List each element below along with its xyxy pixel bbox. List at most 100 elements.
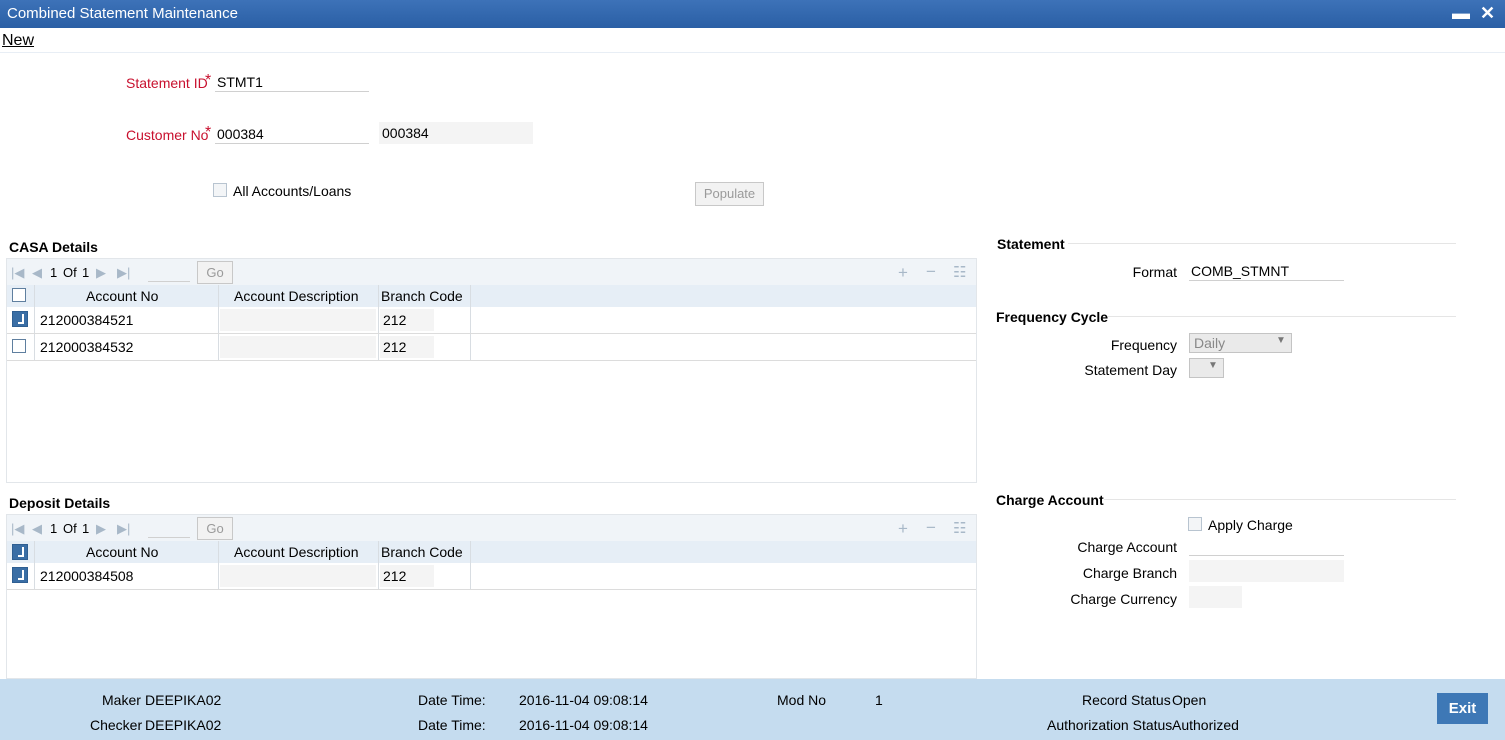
- single-view-icon[interactable]: ☷: [953, 263, 966, 281]
- frequency-select[interactable]: Daily ▼: [1189, 333, 1292, 353]
- dropdown-arrow-icon: ▼: [1208, 360, 1218, 371]
- close-icon[interactable]: ✕: [1480, 3, 1495, 24]
- deposit-page-input[interactable]: [148, 518, 190, 538]
- format-label: Format: [1132, 264, 1177, 280]
- first-page-icon[interactable]: |◀: [11, 521, 24, 537]
- casa-go-button[interactable]: Go: [197, 261, 233, 284]
- mod-no-label: Mod No: [777, 692, 827, 708]
- row-checkbox[interactable]: [12, 339, 26, 353]
- column-header[interactable]: Branch Code: [381, 288, 463, 304]
- branch-code-cell: 212: [383, 568, 407, 584]
- title-bar: Combined Statement Maintenance ▬ ✕: [0, 0, 1505, 28]
- window-title: Combined Statement Maintenance: [7, 5, 238, 22]
- charge-branch-label: Charge Branch: [1082, 565, 1177, 581]
- record-status-label: Record Status: [1082, 692, 1171, 708]
- casa-page-input[interactable]: [148, 262, 190, 282]
- row-divider: [7, 589, 976, 590]
- branch-code-cell: 212: [383, 312, 407, 328]
- customer-desc-field: [379, 122, 533, 144]
- table-row[interactable]: 212000384521 212: [7, 307, 976, 333]
- branch-code-cell: 212: [383, 339, 407, 355]
- record-status-value: Open: [1172, 692, 1207, 708]
- frequency-label: Frequency: [1110, 337, 1177, 353]
- deposit-page-current: 1: [50, 521, 58, 536]
- column-header[interactable]: Account No: [86, 288, 158, 304]
- authorization-status-label: Authorization Status: [1047, 717, 1173, 733]
- next-page-icon[interactable]: ▶: [96, 521, 106, 537]
- statement-id-input[interactable]: [215, 72, 369, 92]
- charge-branch-field: [1189, 560, 1344, 582]
- exit-button[interactable]: Exit: [1437, 693, 1488, 724]
- checker-datetime-label: Date Time:: [418, 717, 486, 733]
- maker-label: Maker: [102, 692, 141, 708]
- maker-datetime-label: Date Time:: [418, 692, 486, 708]
- statement-day-select[interactable]: ▼: [1189, 358, 1224, 378]
- account-description-cell: [220, 336, 376, 358]
- last-page-icon[interactable]: ▶|: [117, 521, 130, 537]
- last-page-icon[interactable]: ▶|: [117, 265, 130, 281]
- add-row-icon[interactable]: +: [898, 263, 908, 283]
- account-no-cell: 212000384508: [40, 568, 134, 584]
- deposit-grid: |◀ ◀ 1 Of 1 ▶ ▶| Go + − ☷ Account No Acc…: [6, 514, 977, 679]
- section-divider: [1068, 243, 1456, 244]
- dropdown-arrow-icon: ▼: [1276, 335, 1286, 346]
- format-input[interactable]: [1189, 261, 1344, 281]
- deposit-go-button[interactable]: Go: [197, 517, 233, 540]
- frequency-value: Daily: [1194, 335, 1226, 351]
- checker-label: Checker: [90, 717, 143, 733]
- maker-datetime-value: 2016-11-04 09:08:14: [519, 692, 648, 708]
- prev-page-icon[interactable]: ◀: [32, 265, 42, 281]
- customer-no-label: Customer No: [126, 127, 209, 143]
- maker-value: DEEPIKA02: [145, 692, 222, 708]
- row-checkbox[interactable]: [12, 567, 28, 583]
- checker-datetime-value: 2016-11-04 09:08:14: [519, 717, 648, 733]
- menu-bar: New: [0, 28, 1505, 53]
- deposit-select-all-checkbox[interactable]: [12, 544, 28, 560]
- required-mark: *: [205, 124, 212, 141]
- casa-header-row: Account No Account Description Branch Co…: [7, 285, 976, 307]
- charge-section-title: Charge Account: [996, 492, 1104, 508]
- charge-currency-field: [1189, 586, 1242, 608]
- casa-page-total: 1: [82, 265, 90, 280]
- row-divider: [7, 360, 976, 361]
- casa-grid: |◀ ◀ 1 Of 1 ▶ ▶| Go + − ☷ Account No Acc…: [6, 258, 977, 483]
- frequency-section-title: Frequency Cycle: [996, 309, 1109, 325]
- all-accounts-checkbox[interactable]: [213, 183, 227, 197]
- required-mark: *: [205, 72, 212, 89]
- column-header[interactable]: Account Description: [234, 544, 359, 560]
- statement-id-label: Statement ID: [126, 75, 208, 91]
- customer-no-input[interactable]: [215, 124, 369, 144]
- deposit-nav-bar: |◀ ◀ 1 Of 1 ▶ ▶| Go + − ☷: [7, 515, 976, 541]
- minimize-icon[interactable]: ▬: [1452, 3, 1470, 24]
- row-checkbox[interactable]: [12, 311, 28, 327]
- table-row[interactable]: 212000384532 212: [7, 334, 976, 360]
- mod-no-value: 1: [875, 692, 883, 708]
- new-menu-item[interactable]: New: [2, 32, 34, 50]
- account-description-cell: [220, 309, 376, 331]
- authorization-status-value: Authorized: [1172, 717, 1239, 733]
- casa-select-all-checkbox[interactable]: [12, 288, 26, 302]
- account-no-cell: 212000384532: [40, 339, 134, 355]
- deposit-page-total: 1: [82, 521, 90, 536]
- prev-page-icon[interactable]: ◀: [32, 521, 42, 537]
- charge-currency-label: Charge Currency: [1070, 591, 1177, 607]
- account-no-cell: 212000384521: [40, 312, 134, 328]
- casa-nav-bar: |◀ ◀ 1 Of 1 ▶ ▶| Go + − ☷: [7, 259, 976, 285]
- column-header[interactable]: Account No: [86, 544, 158, 560]
- table-row[interactable]: 212000384508 212: [7, 563, 976, 589]
- delete-row-icon[interactable]: −: [926, 518, 936, 538]
- apply-charge-checkbox[interactable]: [1188, 517, 1202, 531]
- column-header[interactable]: Account Description: [234, 288, 359, 304]
- populate-button[interactable]: Populate: [695, 182, 764, 206]
- charge-account-input[interactable]: [1189, 536, 1344, 556]
- add-row-icon[interactable]: +: [898, 519, 908, 539]
- casa-page-current: 1: [50, 265, 58, 280]
- single-view-icon[interactable]: ☷: [953, 519, 966, 537]
- casa-details-title: CASA Details: [9, 239, 98, 255]
- next-page-icon[interactable]: ▶: [96, 265, 106, 281]
- column-header[interactable]: Branch Code: [381, 544, 463, 560]
- delete-row-icon[interactable]: −: [926, 262, 936, 282]
- apply-charge-label: Apply Charge: [1208, 517, 1293, 533]
- account-description-cell: [220, 565, 376, 587]
- first-page-icon[interactable]: |◀: [11, 265, 24, 281]
